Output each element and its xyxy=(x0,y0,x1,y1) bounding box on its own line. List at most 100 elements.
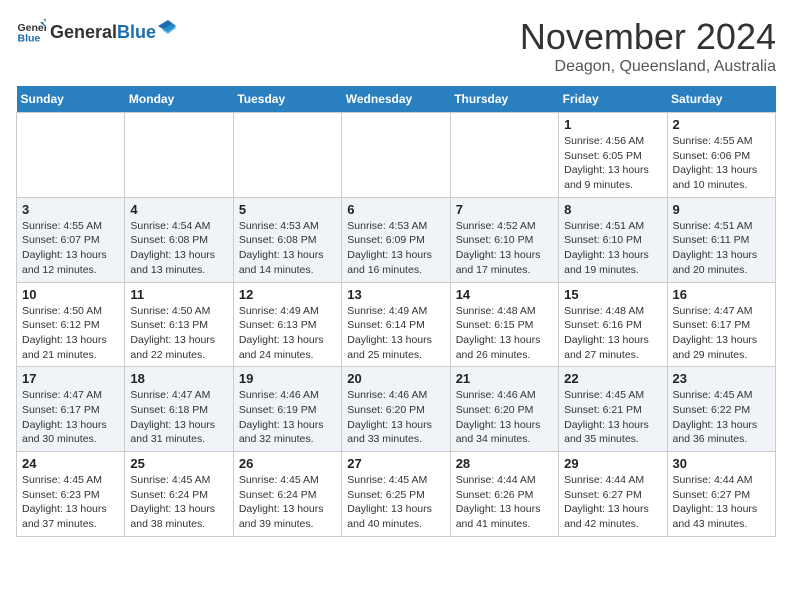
calendar-week-3: 10 Sunrise: 4:50 AM Sunset: 6:12 PM Dayli… xyxy=(17,282,776,367)
calendar-day-11: 11 Sunrise: 4:50 AM Sunset: 6:13 PM Dayli… xyxy=(125,282,233,367)
weekday-header-saturday: Saturday xyxy=(667,86,775,113)
day-info: Sunrise: 4:48 AM Sunset: 6:16 PM Dayligh… xyxy=(564,304,661,363)
day-info: Sunrise: 4:49 AM Sunset: 6:13 PM Dayligh… xyxy=(239,304,336,363)
title-area: November 2024 Deagon, Queensland, Austra… xyxy=(520,16,776,76)
calendar-day-28: 28 Sunrise: 4:44 AM Sunset: 6:26 PM Dayli… xyxy=(450,452,558,537)
calendar-day-22: 22Sunrise: 4:45 AM Sunset: 6:21 PM Dayli… xyxy=(559,367,667,452)
logo: General Blue General Blue xyxy=(16,16,176,46)
calendar-empty-cell xyxy=(342,113,450,198)
calendar-day-18: 18Sunrise: 4:47 AM Sunset: 6:18 PM Dayli… xyxy=(125,367,233,452)
day-number: 20 xyxy=(347,371,444,386)
calendar-day-8: 8 Sunrise: 4:51 AM Sunset: 6:10 PM Daylig… xyxy=(559,197,667,282)
day-info: Sunrise: 4:47 AM Sunset: 6:17 PM Dayligh… xyxy=(673,304,770,363)
day-info: Sunrise: 4:45 AM Sunset: 6:25 PM Dayligh… xyxy=(347,473,444,532)
day-info: Sunrise: 4:45 AM Sunset: 6:24 PM Dayligh… xyxy=(130,473,227,532)
calendar-week-1: 1Sunrise: 4:56 AM Sunset: 6:05 PM Daylig… xyxy=(17,113,776,198)
day-info: Sunrise: 4:47 AM Sunset: 6:18 PM Dayligh… xyxy=(130,388,227,447)
day-info: Sunrise: 4:55 AM Sunset: 6:06 PM Dayligh… xyxy=(673,134,770,193)
weekday-header-monday: Monday xyxy=(125,86,233,113)
calendar-day-21: 21 Sunrise: 4:46 AM Sunset: 6:20 PM Dayli… xyxy=(450,367,558,452)
calendar-day-20: 20Sunrise: 4:46 AM Sunset: 6:20 PM Dayli… xyxy=(342,367,450,452)
day-number: 25 xyxy=(130,456,227,471)
day-number: 11 xyxy=(130,287,227,302)
calendar-day-4: 4 Sunrise: 4:54 AM Sunset: 6:08 PM Daylig… xyxy=(125,197,233,282)
calendar-day-19: 19Sunrise: 4:46 AM Sunset: 6:19 PM Dayli… xyxy=(233,367,341,452)
day-info: Sunrise: 4:51 AM Sunset: 6:10 PM Dayligh… xyxy=(564,219,661,278)
day-info: Sunrise: 4:56 AM Sunset: 6:05 PM Dayligh… xyxy=(564,134,661,193)
day-info: Sunrise: 4:53 AM Sunset: 6:09 PM Dayligh… xyxy=(347,219,444,278)
calendar-day-10: 10 Sunrise: 4:50 AM Sunset: 6:12 PM Dayli… xyxy=(17,282,125,367)
logo-arrow-icon xyxy=(158,20,176,38)
calendar-day-24: 24Sunrise: 4:45 AM Sunset: 6:23 PM Dayli… xyxy=(17,452,125,537)
day-number: 4 xyxy=(130,202,227,217)
logo-blue: Blue xyxy=(117,22,156,43)
calendar-empty-cell xyxy=(450,113,558,198)
day-number: 21 xyxy=(456,371,553,386)
month-title: November 2024 xyxy=(520,16,776,58)
day-number: 3 xyxy=(22,202,119,217)
day-number: 29 xyxy=(564,456,661,471)
day-info: Sunrise: 4:44 AM Sunset: 6:27 PM Dayligh… xyxy=(673,473,770,532)
day-number: 6 xyxy=(347,202,444,217)
day-info: Sunrise: 4:52 AM Sunset: 6:10 PM Dayligh… xyxy=(456,219,553,278)
day-info: Sunrise: 4:44 AM Sunset: 6:26 PM Dayligh… xyxy=(456,473,553,532)
calendar-day-9: 9Sunrise: 4:51 AM Sunset: 6:11 PM Daylig… xyxy=(667,197,775,282)
day-info: Sunrise: 4:50 AM Sunset: 6:13 PM Dayligh… xyxy=(130,304,227,363)
day-number: 8 xyxy=(564,202,661,217)
calendar-day-1: 1Sunrise: 4:56 AM Sunset: 6:05 PM Daylig… xyxy=(559,113,667,198)
calendar-day-2: 2 Sunrise: 4:55 AM Sunset: 6:06 PM Daylig… xyxy=(667,113,775,198)
weekday-header-row: SundayMondayTuesdayWednesdayThursdayFrid… xyxy=(17,86,776,113)
day-info: Sunrise: 4:45 AM Sunset: 6:21 PM Dayligh… xyxy=(564,388,661,447)
day-number: 10 xyxy=(22,287,119,302)
day-number: 30 xyxy=(673,456,770,471)
calendar-day-5: 5 Sunrise: 4:53 AM Sunset: 6:08 PM Daylig… xyxy=(233,197,341,282)
calendar-day-12: 12 Sunrise: 4:49 AM Sunset: 6:13 PM Dayli… xyxy=(233,282,341,367)
day-info: Sunrise: 4:47 AM Sunset: 6:17 PM Dayligh… xyxy=(22,388,119,447)
logo-general: General xyxy=(50,22,117,43)
day-info: Sunrise: 4:45 AM Sunset: 6:24 PM Dayligh… xyxy=(239,473,336,532)
day-number: 23 xyxy=(673,371,770,386)
weekday-header-wednesday: Wednesday xyxy=(342,86,450,113)
page-header: General Blue General Blue November 2024 … xyxy=(16,16,776,76)
weekday-header-sunday: Sunday xyxy=(17,86,125,113)
calendar-empty-cell xyxy=(233,113,341,198)
day-number: 17 xyxy=(22,371,119,386)
day-number: 15 xyxy=(564,287,661,302)
calendar-day-3: 3 Sunrise: 4:55 AM Sunset: 6:07 PM Daylig… xyxy=(17,197,125,282)
day-info: Sunrise: 4:48 AM Sunset: 6:15 PM Dayligh… xyxy=(456,304,553,363)
calendar-day-25: 25 Sunrise: 4:45 AM Sunset: 6:24 PM Dayli… xyxy=(125,452,233,537)
day-number: 14 xyxy=(456,287,553,302)
day-info: Sunrise: 4:54 AM Sunset: 6:08 PM Dayligh… xyxy=(130,219,227,278)
weekday-header-friday: Friday xyxy=(559,86,667,113)
calendar-week-4: 17 Sunrise: 4:47 AM Sunset: 6:17 PM Dayli… xyxy=(17,367,776,452)
day-number: 12 xyxy=(239,287,336,302)
day-number: 7 xyxy=(456,202,553,217)
day-number: 2 xyxy=(673,117,770,132)
logo-icon: General Blue xyxy=(16,16,46,46)
calendar-day-13: 13 Sunrise: 4:49 AM Sunset: 6:14 PM Dayli… xyxy=(342,282,450,367)
day-number: 16 xyxy=(673,287,770,302)
day-number: 5 xyxy=(239,202,336,217)
calendar-day-17: 17 Sunrise: 4:47 AM Sunset: 6:17 PM Dayli… xyxy=(17,367,125,452)
day-info: Sunrise: 4:53 AM Sunset: 6:08 PM Dayligh… xyxy=(239,219,336,278)
calendar-day-6: 6 Sunrise: 4:53 AM Sunset: 6:09 PM Daylig… xyxy=(342,197,450,282)
calendar-empty-cell xyxy=(125,113,233,198)
day-info: Sunrise: 4:46 AM Sunset: 6:20 PM Dayligh… xyxy=(456,388,553,447)
day-number: 19 xyxy=(239,371,336,386)
day-number: 24 xyxy=(22,456,119,471)
day-info: Sunrise: 4:55 AM Sunset: 6:07 PM Dayligh… xyxy=(22,219,119,278)
weekday-header-thursday: Thursday xyxy=(450,86,558,113)
day-info: Sunrise: 4:50 AM Sunset: 6:12 PM Dayligh… xyxy=(22,304,119,363)
day-number: 28 xyxy=(456,456,553,471)
day-info: Sunrise: 4:49 AM Sunset: 6:14 PM Dayligh… xyxy=(347,304,444,363)
day-number: 13 xyxy=(347,287,444,302)
day-info: Sunrise: 4:44 AM Sunset: 6:27 PM Dayligh… xyxy=(564,473,661,532)
calendar-day-14: 14 Sunrise: 4:48 AM Sunset: 6:15 PM Dayli… xyxy=(450,282,558,367)
calendar-day-7: 7 Sunrise: 4:52 AM Sunset: 6:10 PM Daylig… xyxy=(450,197,558,282)
calendar-day-23: 23 Sunrise: 4:45 AM Sunset: 6:22 PM Dayli… xyxy=(667,367,775,452)
calendar-day-26: 26Sunrise: 4:45 AM Sunset: 6:24 PM Dayli… xyxy=(233,452,341,537)
calendar-week-2: 3 Sunrise: 4:55 AM Sunset: 6:07 PM Daylig… xyxy=(17,197,776,282)
calendar-table: SundayMondayTuesdayWednesdayThursdayFrid… xyxy=(16,86,776,537)
day-info: Sunrise: 4:45 AM Sunset: 6:22 PM Dayligh… xyxy=(673,388,770,447)
calendar-day-16: 16 Sunrise: 4:47 AM Sunset: 6:17 PM Dayli… xyxy=(667,282,775,367)
